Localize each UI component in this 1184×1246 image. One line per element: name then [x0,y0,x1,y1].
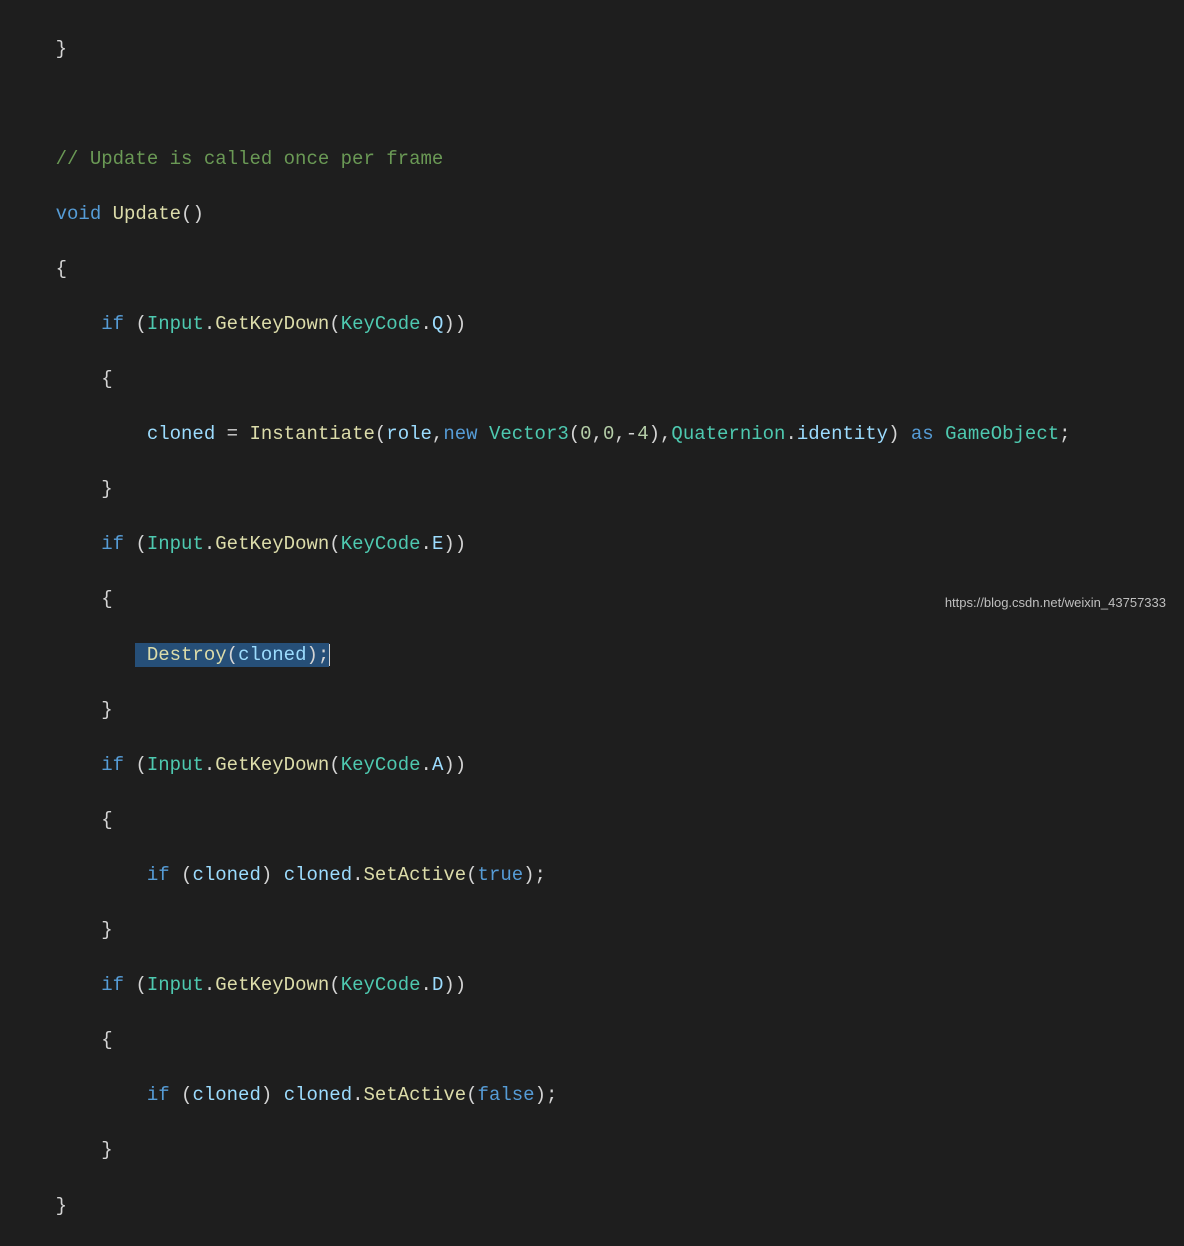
keyword-false: false [478,1084,535,1106]
code-line: if (Input.GetKeyDown(KeyCode.E)) [0,531,1184,559]
code-line: if (Input.GetKeyDown(KeyCode.Q)) [0,311,1184,339]
keycode-q: Q [432,313,443,335]
method-getkeydown: GetKeyDown [215,313,329,335]
type-input: Input [147,313,204,335]
brace: } [101,478,112,500]
keycode-d: D [432,974,443,996]
code-line: { [0,256,1184,284]
var-cloned: cloned [147,423,215,445]
code-line: { [0,1027,1184,1055]
code-line: Destroy(cloned); [0,642,1184,670]
code-line: cloned = Instantiate(role,new Vector3(0,… [0,421,1184,449]
var-cloned: cloned [238,644,306,666]
method-destroy: Destroy [147,644,227,666]
brace: { [56,258,67,280]
code-line: if (Input.GetKeyDown(KeyCode.D)) [0,972,1184,1000]
type-keycode: KeyCode [341,533,421,555]
code-line: if (Input.GetKeyDown(KeyCode.A)) [0,752,1184,780]
type-keycode: KeyCode [341,313,421,335]
var-cloned: cloned [192,1084,260,1106]
brace: { [101,809,112,831]
type-quaternion: Quaternion [671,423,785,445]
comment: // Update is called once per frame [56,148,444,170]
type-input: Input [147,754,204,776]
code-line: if (cloned) cloned.SetActive(true); [0,862,1184,890]
prop-identity: identity [797,423,888,445]
equals: = [227,423,238,445]
code-line [0,91,1184,119]
method-setactive: SetActive [364,864,467,886]
var-cloned: cloned [284,1084,352,1106]
code-line: } [0,697,1184,725]
keyword-if: if [101,533,124,555]
number: 0 [580,423,591,445]
code-line: } [0,476,1184,504]
var-cloned: cloned [284,864,352,886]
keyword-as: as [911,423,934,445]
code-line: { [0,807,1184,835]
method-getkeydown: GetKeyDown [215,754,329,776]
code-line: if (cloned) cloned.SetActive(false); [0,1082,1184,1110]
code-line: } [0,1137,1184,1165]
keyword-true: true [478,864,524,886]
keycode-a: A [432,754,443,776]
keyword-if: if [147,1084,170,1106]
method-name: Update [113,203,181,225]
type-input: Input [147,533,204,555]
code-line: } [0,1193,1184,1221]
code-line: } [0,917,1184,945]
code-editor[interactable]: } // Update is called once per frame voi… [0,0,1184,1246]
type-gameobject: GameObject [945,423,1059,445]
keyword-void: void [56,203,102,225]
type-vector3: Vector3 [489,423,569,445]
brace: } [56,1195,67,1217]
code-line: { [0,366,1184,394]
type-keycode: KeyCode [341,974,421,996]
type-keycode: KeyCode [341,754,421,776]
code-line: } [0,36,1184,64]
number: 0 [603,423,614,445]
method-getkeydown: GetKeyDown [215,533,329,555]
brace: } [56,38,67,60]
brace: { [101,368,112,390]
selected-text: Destroy(cloned); [135,643,329,667]
code-line: void Update() [0,201,1184,229]
text-cursor [329,644,330,666]
brace: } [101,919,112,941]
var-cloned: cloned [192,864,260,886]
keyword-if: if [147,864,170,886]
method-setactive: SetActive [364,1084,467,1106]
method-instantiate: Instantiate [249,423,374,445]
type-input: Input [147,974,204,996]
var-role: role [386,423,432,445]
keycode-e: E [432,533,443,555]
brace: { [101,588,112,610]
brace: } [101,1139,112,1161]
code-line: // Update is called once per frame [0,146,1184,174]
keyword-if: if [101,974,124,996]
keyword-new: new [443,423,477,445]
watermark: https://blog.csdn.net/weixin_43757333 [945,594,1166,613]
keyword-if: if [101,313,124,335]
keyword-if: if [101,754,124,776]
brace: { [101,1029,112,1051]
brace: } [101,699,112,721]
method-getkeydown: GetKeyDown [215,974,329,996]
